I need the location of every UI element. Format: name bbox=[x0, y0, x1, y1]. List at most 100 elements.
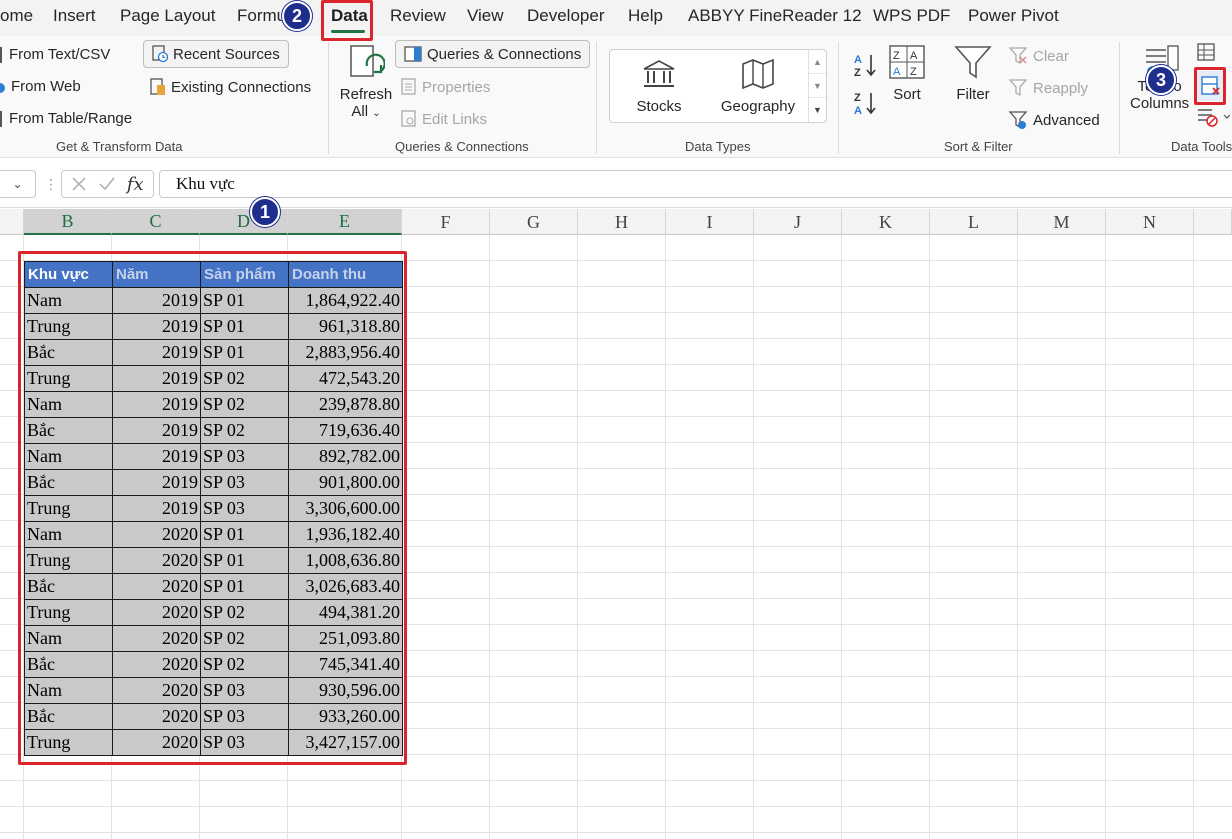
tab-developer[interactable]: Developer bbox=[527, 6, 605, 26]
table-cell[interactable]: Bắc bbox=[24, 651, 113, 678]
tab-formu[interactable]: Formu bbox=[237, 6, 286, 26]
table-cell[interactable]: SP 03 bbox=[200, 677, 289, 704]
sort-descending-button[interactable]: ZA bbox=[853, 90, 879, 116]
table-cell[interactable]: Bắc bbox=[24, 703, 113, 730]
table-cell[interactable]: Trung bbox=[24, 729, 113, 756]
table-cell[interactable]: 2020 bbox=[112, 547, 201, 574]
tab-page-layout[interactable]: Page Layout bbox=[120, 6, 215, 26]
table-cell[interactable]: 3,306,600.00 bbox=[288, 495, 403, 522]
table-cell[interactable]: 961,318.80 bbox=[288, 313, 403, 340]
table-cell[interactable]: 2019 bbox=[112, 417, 201, 444]
table-cell[interactable]: Trung bbox=[24, 495, 113, 522]
table-cell[interactable]: 472,543.20 bbox=[288, 365, 403, 392]
remove-duplicates-button[interactable] bbox=[1197, 71, 1225, 101]
advanced-filter-button[interactable]: Advanced bbox=[1008, 110, 1100, 130]
select-all-corner[interactable] bbox=[0, 209, 24, 235]
table-cell[interactable]: 2019 bbox=[112, 469, 201, 496]
table-cell[interactable]: 901,800.00 bbox=[288, 469, 403, 496]
table-header-cell[interactable]: Khu vực bbox=[24, 261, 113, 288]
tab-wps-pdf[interactable]: WPS PDF bbox=[873, 6, 950, 26]
from-table-range-button[interactable]: From Table/Range bbox=[0, 110, 132, 127]
refresh-all-button[interactable]: Refresh All ⌄ bbox=[336, 44, 396, 120]
table-cell[interactable]: SP 01 bbox=[200, 521, 289, 548]
tab-review[interactable]: Review bbox=[390, 6, 446, 26]
column-header-n[interactable]: N bbox=[1106, 209, 1194, 235]
table-cell[interactable]: SP 03 bbox=[200, 443, 289, 470]
tab-insert[interactable]: Insert bbox=[53, 6, 96, 26]
table-cell[interactable]: 2019 bbox=[112, 391, 201, 418]
confirm-check-icon[interactable] bbox=[98, 176, 116, 192]
table-cell[interactable]: 2,883,956.40 bbox=[288, 339, 403, 366]
cancel-icon[interactable] bbox=[71, 176, 87, 192]
tab-power-pivot[interactable]: Power Pivot bbox=[968, 6, 1059, 26]
table-cell[interactable]: Nam bbox=[24, 287, 113, 314]
gallery-down-button[interactable]: ▼ bbox=[809, 74, 826, 98]
column-header-l[interactable]: L bbox=[930, 209, 1018, 235]
from-web-button[interactable]: From Web bbox=[0, 78, 81, 95]
table-cell[interactable]: Trung bbox=[24, 547, 113, 574]
table-cell[interactable]: 2019 bbox=[112, 495, 201, 522]
table-cell[interactable]: 2020 bbox=[112, 677, 201, 704]
table-cell[interactable]: Bắc bbox=[24, 417, 113, 444]
recent-sources-button[interactable]: Recent Sources bbox=[143, 40, 289, 68]
table-cell[interactable]: SP 01 bbox=[200, 313, 289, 340]
table-cell[interactable]: 2020 bbox=[112, 703, 201, 730]
table-cell[interactable]: 2020 bbox=[112, 651, 201, 678]
tab-help[interactable]: Help bbox=[628, 6, 663, 26]
table-cell[interactable]: Nam bbox=[24, 677, 113, 704]
table-cell[interactable]: 494,381.20 bbox=[288, 599, 403, 626]
table-cell[interactable]: 2019 bbox=[112, 287, 201, 314]
table-cell[interactable]: 239,878.80 bbox=[288, 391, 403, 418]
geography-button[interactable]: Geography bbox=[710, 58, 806, 115]
column-header-c[interactable]: C bbox=[112, 209, 200, 235]
existing-connections-button[interactable]: Existing Connections bbox=[150, 78, 311, 96]
table-header-cell[interactable]: Năm bbox=[112, 261, 201, 288]
table-cell[interactable]: 2020 bbox=[112, 729, 201, 756]
table-cell[interactable]: SP 02 bbox=[200, 599, 289, 626]
sort-ascending-button[interactable]: AZ bbox=[853, 52, 879, 78]
table-cell[interactable]: SP 03 bbox=[200, 729, 289, 756]
table-cell[interactable]: 2020 bbox=[112, 573, 201, 600]
table-cell[interactable]: SP 02 bbox=[200, 651, 289, 678]
gallery-more-button[interactable]: ▼ bbox=[809, 98, 826, 122]
filter-button[interactable]: Filter bbox=[953, 44, 993, 103]
gallery-up-button[interactable]: ▲ bbox=[809, 50, 826, 74]
table-cell[interactable]: 719,636.40 bbox=[288, 417, 403, 444]
table-cell[interactable]: SP 02 bbox=[200, 391, 289, 418]
table-cell[interactable]: Nam bbox=[24, 625, 113, 652]
column-header-b[interactable]: B bbox=[24, 209, 112, 235]
tab-data[interactable]: Data bbox=[331, 6, 368, 26]
stocks-button[interactable]: Stocks bbox=[614, 58, 704, 115]
table-header-cell[interactable]: Sản phẩm bbox=[200, 261, 289, 288]
table-cell[interactable]: 251,093.80 bbox=[288, 625, 403, 652]
table-cell[interactable]: 1,008,636.80 bbox=[288, 547, 403, 574]
table-cell[interactable]: 2019 bbox=[112, 313, 201, 340]
column-header-j[interactable]: J bbox=[754, 209, 842, 235]
table-cell[interactable]: 3,026,683.40 bbox=[288, 573, 403, 600]
column-header-partial[interactable] bbox=[1194, 209, 1232, 235]
tab-view[interactable]: View bbox=[467, 6, 504, 26]
table-header-cell[interactable]: Doanh thu bbox=[288, 261, 403, 288]
table-cell[interactable]: SP 01 bbox=[200, 573, 289, 600]
formula-input[interactable]: Khu vực bbox=[159, 170, 1232, 198]
table-cell[interactable]: Trung bbox=[24, 599, 113, 626]
table-cell[interactable]: SP 01 bbox=[200, 547, 289, 574]
table-cell[interactable]: SP 02 bbox=[200, 417, 289, 444]
table-cell[interactable]: 892,782.00 bbox=[288, 443, 403, 470]
table-cell[interactable]: SP 03 bbox=[200, 469, 289, 496]
column-header-h[interactable]: H bbox=[578, 209, 666, 235]
table-cell[interactable]: Bắc bbox=[24, 469, 113, 496]
clear-filter-button[interactable]: Clear bbox=[1008, 46, 1069, 66]
table-cell[interactable]: 2020 bbox=[112, 521, 201, 548]
tab-abbyy-finereader-12[interactable]: ABBYY FineReader 12 bbox=[688, 6, 862, 26]
table-cell[interactable]: 2019 bbox=[112, 365, 201, 392]
table-cell[interactable]: 1,936,182.40 bbox=[288, 521, 403, 548]
table-cell[interactable]: Bắc bbox=[24, 573, 113, 600]
column-header-m[interactable]: M bbox=[1018, 209, 1106, 235]
table-cell[interactable]: Nam bbox=[24, 521, 113, 548]
table-cell[interactable]: Bắc bbox=[24, 339, 113, 366]
properties-button[interactable]: Properties bbox=[401, 78, 490, 96]
table-cell[interactable]: SP 01 bbox=[200, 287, 289, 314]
table-cell[interactable]: Trung bbox=[24, 313, 113, 340]
table-cell[interactable]: SP 02 bbox=[200, 365, 289, 392]
